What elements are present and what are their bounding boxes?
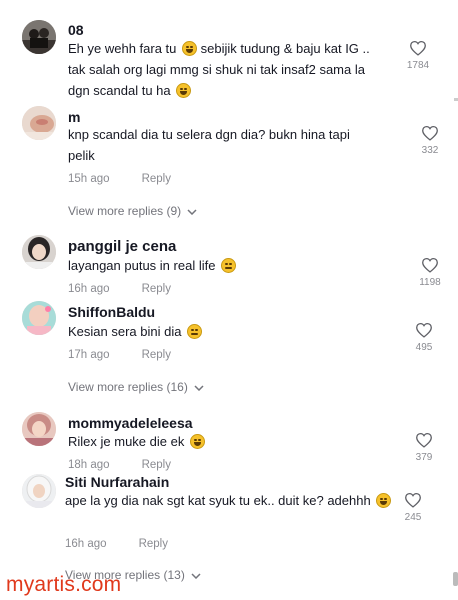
heart-icon <box>416 322 432 338</box>
comment-item: 08 Eh ye wehh fara tu sebijik tudung & b… <box>0 0 458 100</box>
scrollbar-thumb[interactable] <box>453 572 458 586</box>
avatar[interactable] <box>22 474 56 508</box>
like-count: 495 <box>415 342 433 353</box>
like-button[interactable]: 332 <box>410 125 450 156</box>
comment-time: 15h ago <box>68 173 110 185</box>
heart-icon <box>405 492 421 508</box>
comment-username[interactable]: mommyadeleleesa <box>68 415 193 431</box>
like-count: 379 <box>415 452 433 463</box>
avatar[interactable] <box>22 412 56 446</box>
view-more-replies-button[interactable]: View more replies (16) <box>68 380 204 394</box>
like-button[interactable]: 495 <box>404 322 444 353</box>
comment-username[interactable]: 08 <box>68 22 84 38</box>
comment-text: Eh ye wehh fara tu sebijik tudung & baju… <box>68 41 370 98</box>
comment-meta: 17h ago Reply <box>68 349 171 361</box>
comment-text: Kesian sera bini dia <box>68 321 398 342</box>
grin-emoji-icon <box>176 83 192 98</box>
avatar[interactable] <box>22 235 56 269</box>
like-count: 332 <box>421 145 439 156</box>
comment-username[interactable]: m <box>68 109 80 125</box>
comment-username[interactable]: panggil je cena <box>68 238 176 255</box>
comment-item: m knp scandal dia tu selera dgn dia? buk… <box>0 100 458 225</box>
like-button[interactable]: 1784 <box>398 40 438 71</box>
grin-emoji-icon <box>376 493 392 508</box>
grin-emoji-icon <box>182 41 198 56</box>
chevron-down-icon <box>191 573 201 579</box>
reply-button[interactable]: Reply <box>139 538 168 550</box>
heart-icon <box>410 40 426 56</box>
laughing-emoji-icon <box>221 258 237 273</box>
like-button[interactable]: 245 <box>393 492 433 523</box>
comment-time: 17h ago <box>68 349 110 361</box>
heart-icon <box>422 257 438 273</box>
comment-item: Siti Nurfarahain ape la yg dia nak sgt k… <box>0 470 458 582</box>
chevron-down-icon <box>187 209 197 215</box>
heart-icon <box>422 125 438 141</box>
heart-icon <box>416 432 432 448</box>
comment-meta: 15h ago Reply <box>68 173 171 185</box>
like-count: 1784 <box>406 60 430 71</box>
comment-meta: 16h ago Reply <box>65 538 168 550</box>
rolling-eyes-emoji-icon <box>187 324 203 339</box>
comment-time: 16h ago <box>65 538 107 550</box>
avatar[interactable] <box>22 20 56 54</box>
chevron-down-icon <box>194 385 204 391</box>
comment-username[interactable]: Siti Nurfarahain <box>65 474 169 490</box>
comment-meta: 16h ago Reply <box>68 283 171 295</box>
view-more-replies-button[interactable]: View more replies (9) <box>68 204 197 218</box>
watermark-text: myartis.com <box>6 573 122 596</box>
like-button[interactable]: 1198 <box>410 257 450 288</box>
avatar[interactable] <box>22 301 56 335</box>
like-count: 1198 <box>419 277 441 288</box>
grin-emoji-icon <box>189 434 205 449</box>
comment-item: panggil je cena layangan putus in real l… <box>0 225 458 295</box>
reply-button[interactable]: Reply <box>142 349 171 361</box>
reply-button[interactable]: Reply <box>142 283 171 295</box>
comment-time: 16h ago <box>68 283 110 295</box>
comment-text: ape la yg dia nak sgt kat syuk tu ek.. d… <box>65 490 395 511</box>
like-count: 245 <box>404 512 422 523</box>
comment-item: ShiffonBaldu Kesian sera bini dia 17h ag… <box>0 295 458 405</box>
comment-text: Rilex je muke die ek <box>68 431 398 452</box>
avatar[interactable] <box>22 106 56 140</box>
reply-button[interactable]: Reply <box>142 173 171 185</box>
comment-text: layangan putus in real life <box>68 255 398 276</box>
comment-text: knp scandal dia tu selera dgn dia? bukn … <box>68 127 350 163</box>
like-button[interactable]: 379 <box>404 432 444 463</box>
comment-username[interactable]: ShiffonBaldu <box>68 304 155 320</box>
comment-item: mommyadeleleesa Rilex je muke die ek 18h… <box>0 405 458 471</box>
